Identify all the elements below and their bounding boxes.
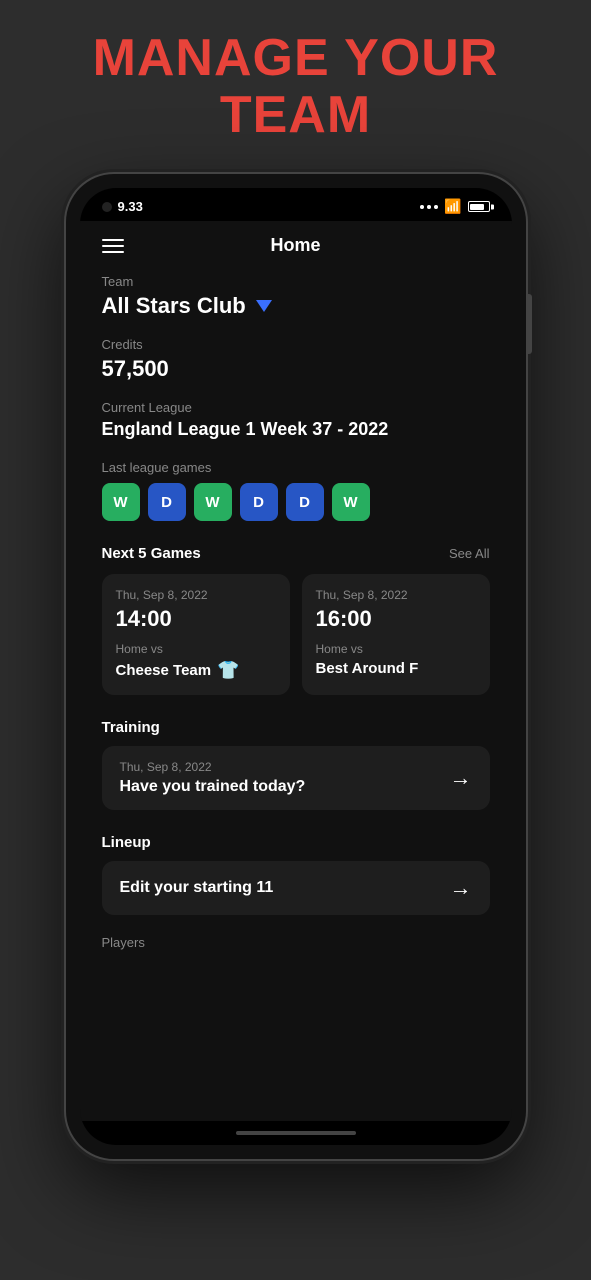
game-opponent: Cheese Team 👕 [116, 660, 276, 681]
badge-w: W [194, 483, 232, 521]
game-time: 14:00 [116, 606, 276, 632]
last-games-label: Last league games [102, 460, 490, 475]
next-games-title: Next 5 Games [102, 545, 201, 562]
phone-screen: 9.33 📶 Home Team [80, 188, 512, 1145]
phone-mockup: 9.33 📶 Home Team [66, 174, 526, 1159]
team-name-row: All Stars Club [102, 293, 490, 319]
badge-d: D [240, 483, 278, 521]
game-date: Thu, Sep 8, 2022 [316, 588, 476, 602]
badge-d: D [148, 483, 186, 521]
credits-value: 57,500 [102, 356, 490, 382]
lineup-label: Edit your starting 11 [120, 879, 274, 897]
lineup-arrow-icon: → [450, 875, 472, 901]
training-section: Training Thu, Sep 8, 2022 Have you train… [102, 719, 490, 810]
league-name: England League 1 Week 37 - 2022 [102, 419, 490, 440]
games-scroll: Thu, Sep 8, 2022 14:00 Home vs Cheese Te… [102, 574, 490, 695]
see-all-button[interactable]: See All [449, 546, 489, 561]
training-card[interactable]: Thu, Sep 8, 2022 Have you trained today?… [102, 746, 490, 810]
training-date: Thu, Sep 8, 2022 [120, 760, 306, 774]
badge-w: W [102, 483, 140, 521]
game-time: 16:00 [316, 606, 476, 632]
camera-dot [102, 202, 112, 212]
credits-label: Credits [102, 337, 490, 352]
badge-d: D [286, 483, 324, 521]
badge-w: W [332, 483, 370, 521]
next-games-section: Next 5 Games See All Thu, Sep 8, 2022 14… [102, 545, 490, 695]
status-time: 9.33 [118, 199, 143, 214]
training-title: Training [102, 719, 490, 736]
status-bar: 9.33 📶 [80, 188, 512, 221]
game-badges: WDWDDW [102, 483, 490, 521]
game-card-0[interactable]: Thu, Sep 8, 2022 14:00 Home vs Cheese Te… [102, 574, 290, 695]
lineup-title: Lineup [102, 834, 490, 851]
league-label: Current League [102, 400, 490, 415]
training-arrow-icon: → [450, 765, 472, 791]
game-vs: Home vs [116, 642, 276, 656]
page-title: MANAGE YOUR TEAM [93, 30, 499, 144]
lineup-section: Lineup Edit your starting 11 → [102, 834, 490, 915]
home-bar [236, 1131, 356, 1135]
battery-icon [468, 201, 490, 212]
hamburger-menu-button[interactable] [102, 239, 124, 253]
game-opponent: Best Around F [316, 660, 476, 677]
next-games-header: Next 5 Games See All [102, 545, 490, 562]
filter-icon[interactable] [256, 300, 272, 312]
home-indicator [80, 1121, 512, 1145]
game-date: Thu, Sep 8, 2022 [116, 588, 276, 602]
team-label: Team [102, 274, 490, 289]
training-label: Have you trained today? [120, 778, 306, 796]
app-content: Home Team All Stars Club Credits 57,500 … [80, 221, 512, 1121]
players-label: Players [102, 935, 490, 950]
team-name: All Stars Club [102, 293, 246, 319]
game-vs: Home vs [316, 642, 476, 656]
nav-title: Home [270, 235, 320, 256]
lineup-card[interactable]: Edit your starting 11 → [102, 861, 490, 915]
credits-section: Credits 57,500 [102, 337, 490, 382]
wifi-icon: 📶 [444, 198, 461, 215]
signal-dots [420, 205, 438, 209]
top-nav: Home [102, 221, 490, 274]
last-games-section: Last league games WDWDDW [102, 460, 490, 521]
jersey-icon: 👕 [217, 660, 239, 681]
league-section: Current League England League 1 Week 37 … [102, 400, 490, 440]
game-card-1[interactable]: Thu, Sep 8, 2022 16:00 Home vs Best Arou… [302, 574, 490, 695]
